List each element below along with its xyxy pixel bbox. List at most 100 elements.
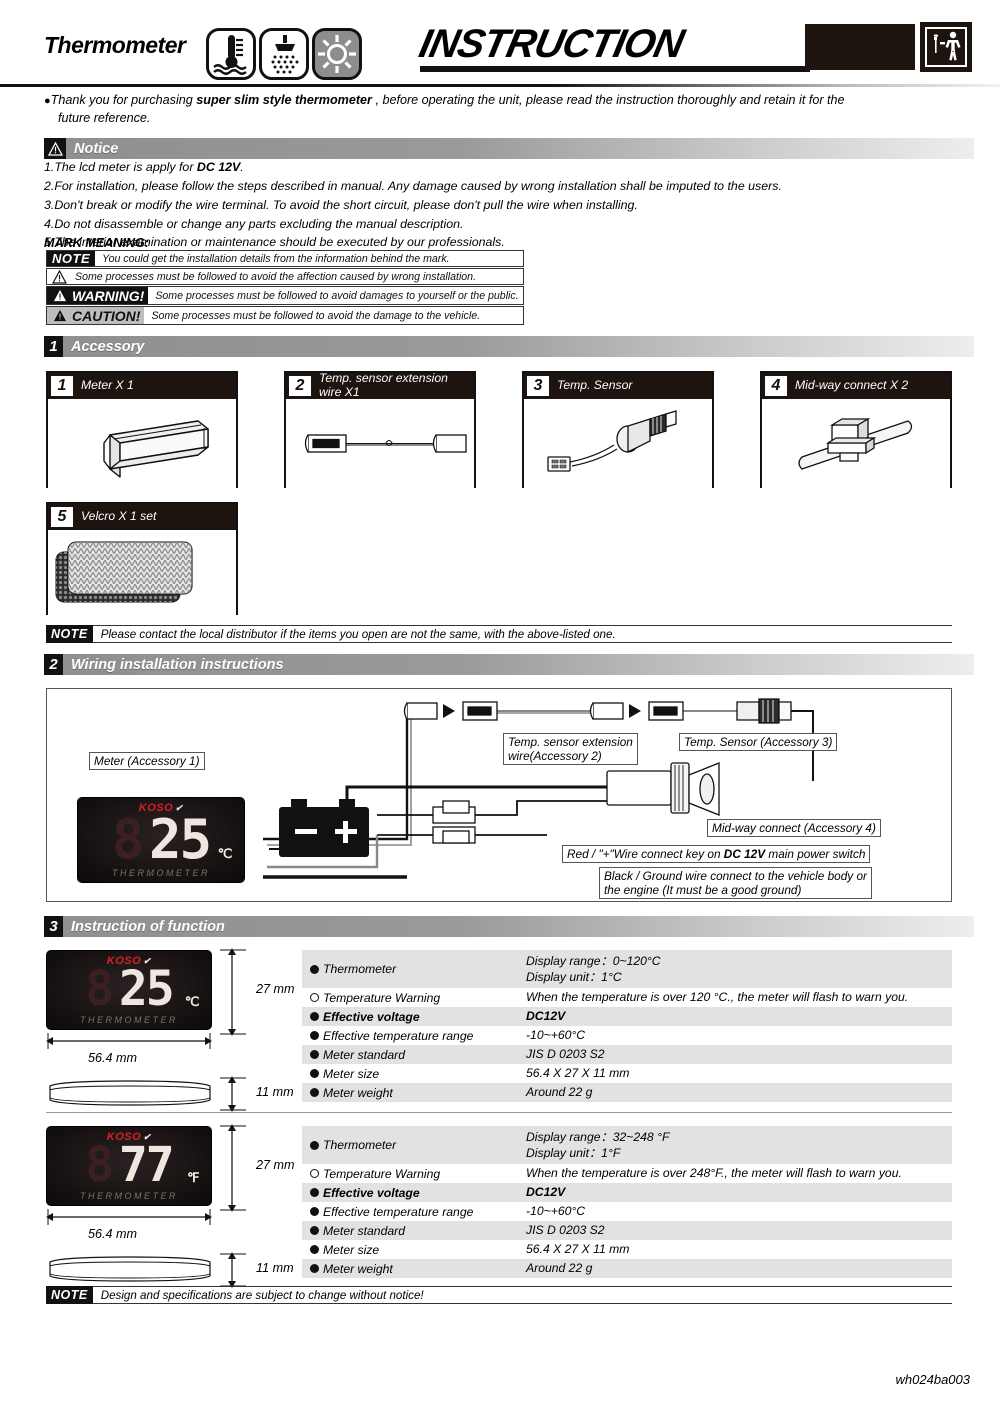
function-section-number: 3 xyxy=(44,916,63,937)
warning-tag: WARNING! xyxy=(47,287,149,304)
spec-meter-1-unit: ℃ xyxy=(184,994,200,1010)
accessory-card-4-number: 4 xyxy=(765,376,787,396)
spec-meter-1-width-label: 56.4 mm xyxy=(88,1051,137,1065)
product-type-title: Thermometer xyxy=(44,32,186,58)
spec-val-line2: Display unit：1°C xyxy=(526,970,622,984)
spec-key-effective-voltage: Effective voltage xyxy=(302,1007,520,1026)
accessory-card-1-header: 1 Meter X 1 xyxy=(48,373,236,399)
spec-meter-2-word: THERMOMETER xyxy=(80,1191,178,1202)
accessory-card-2-label-line2: wire X1 xyxy=(319,385,360,399)
spec-meter-2-height-dimension-arrow xyxy=(220,1124,246,1212)
mark-row-note-text: You could get the installation details f… xyxy=(102,252,450,265)
spec-val-line1: Around 22 g xyxy=(526,1085,593,1100)
spec-key-label: Effective temperature range xyxy=(323,1204,474,1219)
callout-black-wire: Black / Ground wire connect to the vehic… xyxy=(599,867,872,900)
intro-text-line2: future reference. xyxy=(58,110,151,125)
spec-key-meter-size: Meter size xyxy=(302,1240,520,1259)
spec-meter-1-ghost-digit: 8 xyxy=(85,961,114,1018)
spec-key-effective-temp-range: Effective temperature range xyxy=(302,1026,520,1045)
spec-key-temp-warning: Temperature Warning xyxy=(302,1164,520,1183)
spec-val-meter-weight: Around 22 g xyxy=(520,1083,952,1102)
spec-key-label: Effective temperature range xyxy=(323,1028,474,1043)
accessory-card-4: 4 Mid-way connect X 2 xyxy=(760,371,952,488)
warning-tag-triangle-icon xyxy=(51,288,69,303)
spec-val-effective-voltage: DC12V xyxy=(520,1183,952,1202)
callout-extension-wire-line1: Temp. sensor extension xyxy=(508,735,633,749)
spec-key-label: Thermometer xyxy=(323,1138,397,1152)
spec-meter-2-depth-label: 11 mm xyxy=(256,1261,294,1275)
mark-meaning-title: MARK MEANING: xyxy=(44,236,149,250)
accessory-card-3-image xyxy=(524,399,712,488)
notice-item-4-text: Do not disassemble or change any parts e… xyxy=(54,216,464,231)
spec-val-effective-temp-range: -10~+60°C xyxy=(520,1026,952,1045)
spec-key-label: Meter standard xyxy=(323,1047,405,1062)
spec-meter-2-height-label: 27 mm xyxy=(256,1158,295,1172)
filled-bullet-icon xyxy=(310,1088,319,1097)
attention-triangle-icon xyxy=(50,269,68,284)
table-row: Meter size 56.4 X 27 X 11 mm xyxy=(302,1064,952,1083)
feature-icon-group xyxy=(206,28,362,80)
accessory-card-3: 3 Temp. Sensor xyxy=(522,371,714,488)
spec-val-line1: When the temperature is over 120 °C., th… xyxy=(526,990,909,1005)
accessory-card-3-header: 3 Temp. Sensor xyxy=(524,373,712,399)
accessory-card-1-image xyxy=(48,399,236,488)
mark-row-warning: WARNING! Some processes must be followed… xyxy=(46,286,524,305)
notice-item-4: 4.Do not disassemble or change any parts… xyxy=(44,215,974,234)
spec-key-meter-weight: Meter weight xyxy=(302,1083,520,1102)
page-title: INSTRUCTION xyxy=(415,22,688,66)
accessory-section-bar: 1 Accessory xyxy=(44,336,974,357)
spec-val-thermometer: Display range：0~120°C Display unit：1°C xyxy=(520,950,952,988)
table-row: Meter weight Around 22 g xyxy=(302,1259,952,1278)
table-row: Meter weight Around 22 g xyxy=(302,1083,952,1102)
accessory-note-tag: NOTE xyxy=(46,625,93,643)
notice-item-3: 3.Don't break or modify the wire termina… xyxy=(44,196,974,215)
spec-meter-1-height-label: 27 mm xyxy=(256,982,295,996)
callout-temp-sensor: Temp. Sensor (Accessory 3) xyxy=(679,733,838,752)
filled-bullet-icon xyxy=(310,1226,319,1235)
warning-triangle-icon xyxy=(44,138,66,159)
callout-red-wire-text-a: Red / "+"Wire connect key on xyxy=(567,847,724,861)
wiring-meter-ghost-digit: 8 xyxy=(111,807,144,871)
function-section-bar: 3 Instruction of function xyxy=(44,916,974,937)
spec-table-fahrenheit: Thermometer Display range：32~248 °F Disp… xyxy=(302,1126,952,1278)
filled-bullet-icon xyxy=(310,1012,319,1021)
table-row: Temperature Warning When the temperature… xyxy=(302,1164,952,1183)
spec-val-meter-standard: JIS D 0203 S2 xyxy=(520,1221,952,1240)
spec-table-celsius: Thermometer Display range：0~120°C Displa… xyxy=(302,950,952,1102)
caution-tag: CAUTION! xyxy=(47,307,145,324)
function-block-divider xyxy=(46,1112,952,1113)
intro-paragraph: ●Thank you for purchasing super slim sty… xyxy=(44,92,974,128)
spec-meter-1-word: THERMOMETER xyxy=(80,1015,178,1026)
spec-key-effective-voltage: Effective voltage xyxy=(302,1183,520,1202)
open-bullet-icon xyxy=(310,993,319,1002)
wiring-meter-word: THERMOMETER xyxy=(112,867,210,878)
caution-tag-label: CAUTION! xyxy=(72,307,141,324)
filled-bullet-icon xyxy=(310,1245,319,1254)
table-row: Thermometer Display range：0~120°C Displa… xyxy=(302,950,952,988)
spec-val-line1: Display range：0~120°C xyxy=(526,953,661,968)
header-divider xyxy=(0,84,1000,87)
filled-bullet-icon xyxy=(310,1140,319,1150)
table-row: Effective temperature range -10~+60°C xyxy=(302,1026,952,1045)
table-row: Meter size 56.4 X 27 X 11 mm xyxy=(302,1240,952,1259)
callout-red-wire-bold: DC 12V xyxy=(723,847,766,861)
filled-bullet-icon xyxy=(310,964,319,974)
spec-key-temp-warning: Temperature Warning xyxy=(302,988,520,1007)
accessory-card-1: 1 Meter X 1 xyxy=(46,371,238,488)
filled-bullet-icon xyxy=(310,1188,319,1197)
notice-item-2-text: For installation, please follow the step… xyxy=(54,178,782,193)
spec-val-temp-warning: When the temperature is over 248°F., the… xyxy=(520,1164,952,1183)
wiring-section-label: Wiring installation instructions xyxy=(71,656,284,673)
spec-key-thermometer: Thermometer xyxy=(302,1126,520,1164)
mark-row-warning-text: Some processes must be followed to avoid… xyxy=(155,289,519,302)
spec-meter-2-width-label: 56.4 mm xyxy=(88,1227,137,1241)
wiring-meter-value: 25 xyxy=(149,807,212,871)
spec-meter-display-fahrenheit: KOSO ✔ 8 77 ℉ THERMOMETER xyxy=(46,1126,212,1206)
spec-meter-2-unit: ℉ xyxy=(187,1170,200,1186)
table-row: Temperature Warning When the temperature… xyxy=(302,988,952,1007)
intro-text-a: Thank you for purchasing xyxy=(50,93,197,107)
spec-val-line1: Display range：32~248 °F xyxy=(526,1129,670,1144)
accessory-section-number: 1 xyxy=(44,336,63,357)
spec-meter-1-depth-label: 11 mm xyxy=(256,1085,294,1099)
notice-section-label: Notice xyxy=(74,140,119,157)
